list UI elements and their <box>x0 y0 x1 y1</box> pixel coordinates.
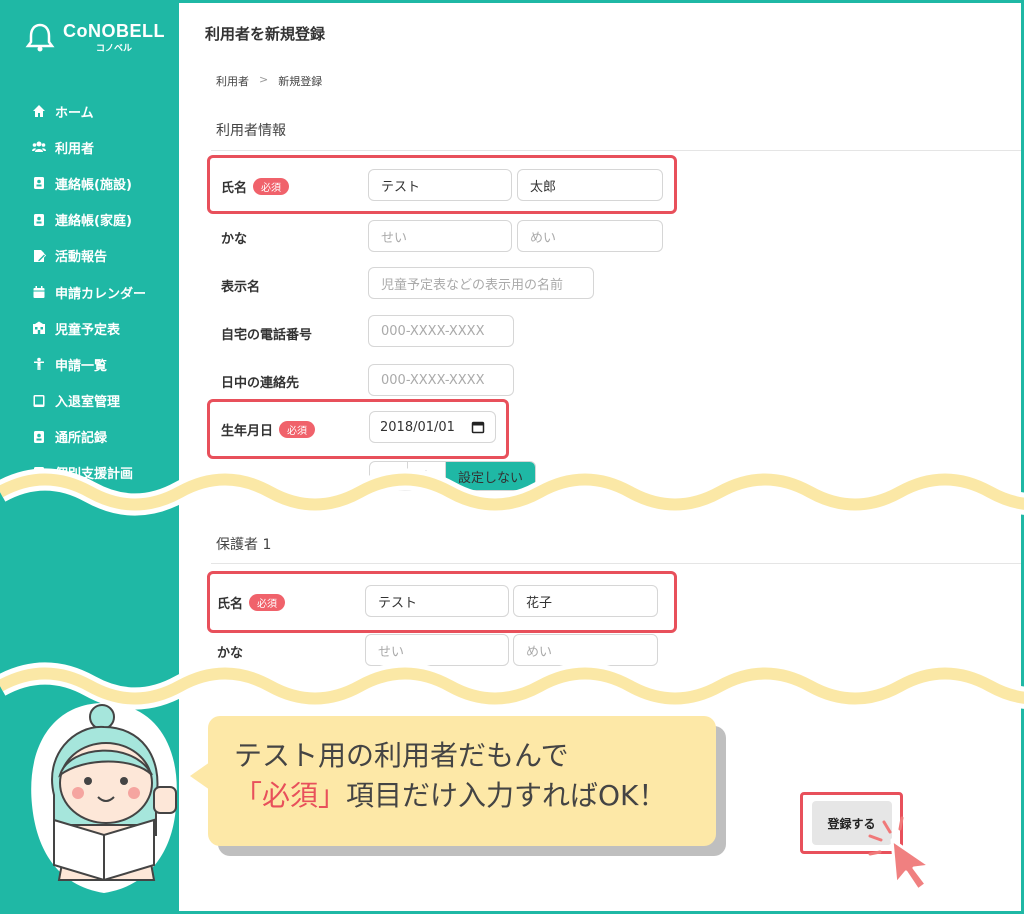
bell-icon <box>25 23 55 51</box>
sidebar-item-entry-exit[interactable]: 入退室管理 <box>31 383 146 419</box>
speech-bubble: テスト用の利用者だもんで 「必須」項目だけ入力すればOK！ <box>208 716 716 846</box>
sidebar-item-attendance-record[interactable]: 通所記録 <box>31 419 146 455</box>
page-title: 利用者を新規登録 <box>205 25 326 43</box>
calendar-icon[interactable] <box>471 420 485 434</box>
breadcrumb-separator: > <box>259 73 269 86</box>
sidebar-item-label: 通所記録 <box>55 431 108 447</box>
bubble-line-2-rest: 項目だけ入力すればOK！ <box>346 779 667 812</box>
bubble-tail <box>190 762 210 790</box>
required-badge: 必須 <box>253 178 290 195</box>
logo[interactable]: CoNOBELL コノベル <box>25 21 165 54</box>
sidebar-item-label: 利用者 <box>55 141 95 157</box>
day-contact-label: 日中の連絡先 <box>221 376 300 391</box>
guardian-last-name-input[interactable]: テスト <box>365 585 509 617</box>
sidebar-item-label: 連絡帳(施設) <box>55 177 132 193</box>
sidebar-item-request-list[interactable]: 申請一覧 <box>31 346 146 382</box>
breadcrumb-current: 新規登録 <box>278 75 323 88</box>
birthday-label-text: 生年月日 <box>221 424 274 439</box>
birthday-label: 生年月日 必須 <box>221 420 316 439</box>
bubble-highlight: 「必須」 <box>234 779 347 812</box>
mascot-illustration <box>31 703 177 893</box>
section-title-guardian: 保護者 1 <box>216 537 272 553</box>
sidebar-item-home[interactable]: ホーム <box>31 93 146 129</box>
display-name-input[interactable]: 児童予定表などの表示用の名前 <box>368 267 594 299</box>
required-badge: 必須 <box>249 594 286 611</box>
home-icon <box>31 103 47 119</box>
kana-label: かな <box>221 232 248 247</box>
sidebar-item-contact-home[interactable]: 連絡帳(家庭) <box>31 202 146 238</box>
contact-book-icon <box>31 212 47 228</box>
guardian-first-name-input[interactable]: 花子 <box>513 585 658 617</box>
logo-name: CoNOBELL <box>63 21 165 41</box>
sidebar-item-label: 申請カレンダー <box>55 286 147 302</box>
users-icon <box>31 139 47 155</box>
sidebar-item-contact-facility[interactable]: 連絡帳(施設) <box>31 165 146 201</box>
birthday-value: 2018/01/01 <box>380 419 455 435</box>
day-contact-input[interactable]: 000-XXXX-XXXX <box>368 364 514 396</box>
kana-first-input[interactable]: めい <box>517 220 663 252</box>
birthday-input[interactable]: 2018/01/01 <box>369 411 496 443</box>
record-icon <box>31 429 47 445</box>
tablet-icon <box>31 393 47 409</box>
contact-book-icon <box>31 175 47 191</box>
sidebar-item-label: 申請一覧 <box>55 358 108 374</box>
bubble-line-2: 「必須」項目だけ入力すればOK！ <box>234 776 690 816</box>
sidebar-item-label: 活動報告 <box>55 250 108 266</box>
person-icon <box>31 356 47 372</box>
pointer-cursor-icon <box>868 816 932 892</box>
home-phone-label: 自宅の電話番号 <box>221 328 313 343</box>
sidebar-item-users[interactable]: 利用者 <box>31 129 146 165</box>
sidebar-item-label: 連絡帳(家庭) <box>55 214 132 230</box>
kana-last-input[interactable]: せい <box>368 220 512 252</box>
section-title-user: 利用者情報 <box>216 123 286 139</box>
divider <box>211 563 1021 564</box>
sidebar-item-label: 児童予定表 <box>55 322 121 338</box>
sidebar-item-label: ホーム <box>55 105 94 121</box>
home-phone-input[interactable]: 000-XXXX-XXXX <box>368 315 514 347</box>
guardian-name-label: 氏名 必須 <box>217 593 286 612</box>
wave-divider <box>0 468 1024 516</box>
name-label-text: 氏名 <box>221 181 248 196</box>
sidebar-item-activity-report[interactable]: 活動報告 <box>31 238 146 274</box>
logo-subtitle: コノベル <box>95 44 132 54</box>
report-icon <box>31 248 47 264</box>
first-name-input[interactable]: 太郎 <box>517 169 663 201</box>
sidebar-item-label: 入退室管理 <box>55 395 121 411</box>
sidebar-nav: ホーム 利用者 連絡帳(施設) 連絡帳(家庭) 活動報告 申請カレンダー 児童予… <box>31 93 146 491</box>
breadcrumb: 利用者 > 新規登録 <box>216 73 322 89</box>
sidebar-item-child-schedule[interactable]: 児童予定表 <box>31 310 146 346</box>
display-name-label: 表示名 <box>221 280 261 295</box>
calendar-icon <box>31 284 47 300</box>
name-label: 氏名 必須 <box>221 177 290 196</box>
breadcrumb-parent[interactable]: 利用者 <box>216 73 249 89</box>
last-name-input[interactable]: テスト <box>368 169 512 201</box>
guardian-name-label-text: 氏名 <box>217 597 244 612</box>
sidebar-item-request-calendar[interactable]: 申請カレンダー <box>31 274 146 310</box>
bubble-line-1: テスト用の利用者だもんで <box>234 739 569 772</box>
required-badge: 必須 <box>279 421 316 438</box>
divider <box>211 150 1021 151</box>
schedule-icon <box>31 320 47 336</box>
